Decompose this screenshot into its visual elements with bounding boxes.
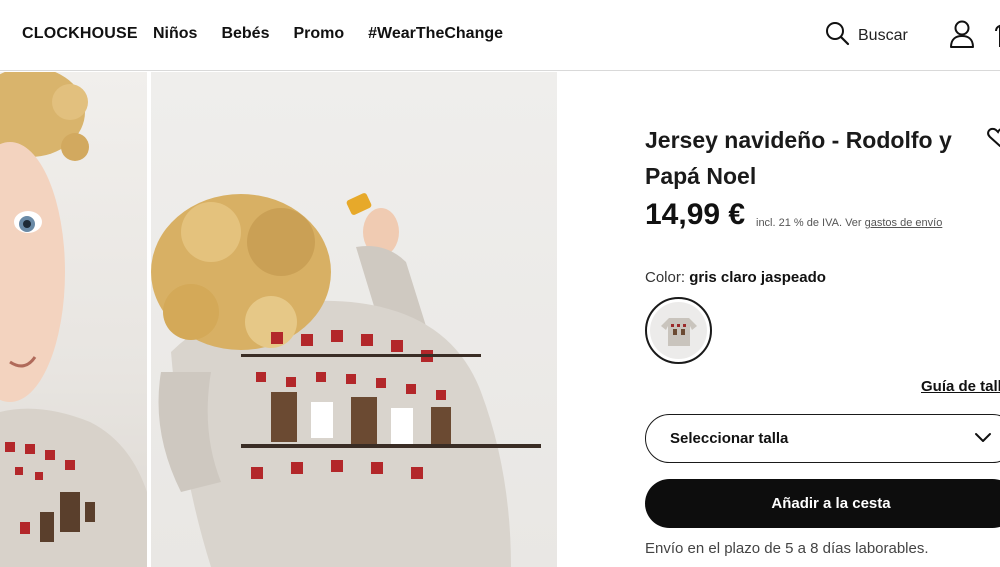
shipping-note: Envío en el plazo de 5 a 8 días laborabl…	[645, 540, 929, 557]
account-button[interactable]	[948, 19, 976, 54]
nav-item-ninos[interactable]: Niños	[153, 25, 197, 43]
chevron-down-icon	[974, 429, 992, 452]
main-nav: Niños Bebés Promo #WearTheChange	[153, 25, 527, 43]
nav-item-wearthechange[interactable]: #WearTheChange	[368, 25, 503, 43]
color-row: Color: gris claro jaspeado	[645, 269, 826, 286]
search-label: Buscar	[858, 27, 908, 44]
swatch-thumbnail	[650, 302, 707, 359]
shipping-costs-link[interactable]: gastos de envío	[865, 217, 943, 229]
tax-note-text: incl. 21 % de IVA. Ver	[756, 217, 862, 229]
size-select[interactable]: Seleccionar talla	[645, 414, 1000, 463]
size-guide-link[interactable]: Guía de tall	[921, 378, 1000, 395]
product-price: 14,99 €	[645, 198, 746, 231]
product-image-1[interactable]	[0, 72, 147, 567]
bag-icon[interactable]	[992, 19, 1000, 49]
add-to-cart-button[interactable]: Añadir a la cesta	[645, 479, 1000, 528]
search-button[interactable]: Buscar	[825, 21, 908, 51]
nav-item-bebes[interactable]: Bebés	[221, 25, 269, 43]
size-select-label: Seleccionar talla	[670, 430, 789, 447]
tax-note: incl. 21 % de IVA. Ver gastos de envío	[756, 217, 942, 229]
wishlist-button[interactable]	[986, 126, 1000, 153]
product-image-2[interactable]	[151, 72, 557, 567]
nav-item-promo[interactable]: Promo	[293, 25, 344, 43]
color-label: Color:	[645, 269, 686, 286]
add-to-cart-label: Añadir a la cesta	[771, 495, 891, 512]
brand-logo[interactable]: CLOCKHOUSE	[22, 25, 138, 43]
user-icon	[948, 20, 976, 53]
site-header: CLOCKHOUSE Niños Bebés Promo #WearTheCha…	[0, 0, 1000, 71]
search-icon	[825, 21, 850, 51]
color-swatch[interactable]	[645, 297, 712, 364]
product-title: Jersey navideño - Rodolfo y Papá Noel	[645, 127, 952, 189]
heart-icon	[986, 127, 1000, 152]
color-value: gris claro jaspeado	[689, 269, 826, 286]
